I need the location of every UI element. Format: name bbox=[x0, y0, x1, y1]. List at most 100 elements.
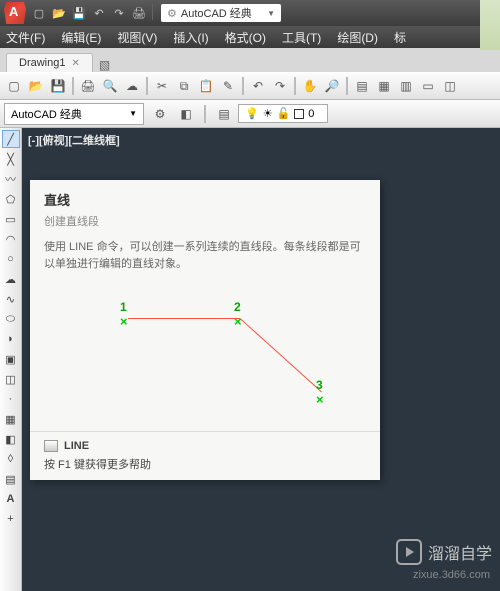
point-tool[interactable]: · bbox=[2, 390, 20, 408]
markup-icon[interactable]: ◫ bbox=[440, 76, 460, 96]
pan-icon[interactable]: ✋ bbox=[300, 76, 320, 96]
workspace-toolbar: AutoCAD 经典 ▼ ⚙ ◧ ▤ 💡 ☀ 🔓 0 bbox=[0, 100, 500, 128]
revcloud-tool[interactable]: ☁ bbox=[2, 270, 20, 288]
tooltip-subtitle: 创建直线段 bbox=[44, 213, 366, 229]
new-icon[interactable]: ▢ bbox=[30, 4, 48, 22]
print-icon[interactable]: 🖨 bbox=[130, 4, 148, 22]
chevron-down-icon: ▼ bbox=[129, 109, 137, 118]
tooltip-footer: LINE 按 F1 键获得更多帮助 bbox=[30, 431, 380, 480]
workspace-search-label: AutoCAD 经典 bbox=[181, 5, 252, 21]
workspace-settings-icon[interactable]: ⚙ bbox=[150, 104, 170, 124]
preview-icon[interactable]: 🔍 bbox=[100, 76, 120, 96]
title-bar: ▢ 📂 💾 ↶ ↷ 🖨 ⚙ AutoCAD 经典 ▼ bbox=[0, 0, 500, 26]
play-icon bbox=[396, 539, 422, 565]
point-marker-2: 2× bbox=[234, 300, 242, 329]
sun-icon: ☀ bbox=[263, 107, 273, 120]
draw-toolbar: ╱ ╳ 〰 ⬠ ▭ ◠ ○ ☁ ∿ ⬭ ◗ ▣ ◫ · ▦ ◧ ◊ ▤ A + bbox=[0, 128, 22, 591]
mtext-tool[interactable]: A bbox=[2, 490, 20, 508]
line-segment-2 bbox=[240, 318, 322, 392]
point-marker-1: 1× bbox=[120, 300, 128, 329]
new-doc-icon[interactable]: ▢ bbox=[4, 76, 24, 96]
workspace-combo-label: AutoCAD 经典 bbox=[11, 106, 82, 122]
table-tool[interactable]: ▤ bbox=[2, 470, 20, 488]
publish-icon[interactable]: ☁ bbox=[122, 76, 142, 96]
new-tab-icon[interactable]: ▧ bbox=[99, 58, 110, 72]
close-icon[interactable]: ✕ bbox=[71, 58, 79, 69]
redo-icon[interactable]: ↷ bbox=[110, 4, 128, 22]
polygon-tool[interactable]: ⬠ bbox=[2, 190, 20, 208]
tooltip-title: 直线 bbox=[44, 190, 366, 209]
layer-combo[interactable]: 💡 ☀ 🔓 0 bbox=[238, 104, 328, 123]
layer-manager-icon[interactable]: ▤ bbox=[214, 104, 234, 124]
tooltip-diagram: 1× 2× 3× bbox=[44, 286, 366, 416]
undo2-icon[interactable]: ↶ bbox=[248, 76, 268, 96]
menu-tools[interactable]: 工具(T) bbox=[282, 29, 321, 46]
menu-annotate[interactable]: 标 bbox=[394, 29, 406, 46]
gear-icon: ⚙ bbox=[167, 7, 177, 20]
cut-icon[interactable]: ✂ bbox=[152, 76, 172, 96]
design-center-icon[interactable]: ▦ bbox=[374, 76, 394, 96]
sheet-icon[interactable]: ▭ bbox=[418, 76, 438, 96]
save-doc-icon[interactable]: 💾 bbox=[48, 76, 68, 96]
viewport-label[interactable]: [-][俯视][二维线框] bbox=[28, 132, 120, 148]
tooltip-command: LINE bbox=[44, 440, 366, 452]
props-icon[interactable]: ▤ bbox=[352, 76, 372, 96]
tooltip-help-hint: 按 F1 键获得更多帮助 bbox=[44, 456, 366, 472]
watermark-brand: 溜溜自学 bbox=[428, 540, 492, 564]
addselected-tool[interactable]: + bbox=[2, 510, 20, 528]
workspace-combo[interactable]: AutoCAD 经典 ▼ bbox=[4, 103, 144, 125]
match-icon[interactable]: ✎ bbox=[218, 76, 238, 96]
gradient-tool[interactable]: ◧ bbox=[2, 430, 20, 448]
save-icon[interactable]: 💾 bbox=[70, 4, 88, 22]
workspace-search[interactable]: ⚙ AutoCAD 经典 ▼ bbox=[161, 4, 281, 22]
xline-tool[interactable]: ╳ bbox=[2, 150, 20, 168]
app-logo[interactable] bbox=[4, 2, 26, 24]
line-segment-1 bbox=[128, 318, 240, 319]
make-block-tool[interactable]: ◫ bbox=[2, 370, 20, 388]
layer-controls: ▤ 💡 ☀ 🔓 0 bbox=[214, 104, 328, 124]
hatch-tool[interactable]: ▦ bbox=[2, 410, 20, 428]
standard-toolbar: ▢ 📂 💾 🖨 🔍 ☁ ✂ ⧉ 📋 ✎ ↶ ↷ ✋ 🔎 ▤ ▦ ▥ ▭ ◫ bbox=[0, 72, 500, 100]
print-icon[interactable]: 🖨 bbox=[78, 76, 98, 96]
spline-tool[interactable]: ∿ bbox=[2, 290, 20, 308]
watermark-url: zixue.3d66.com bbox=[413, 569, 490, 581]
line-tooltip: 直线 创建直线段 使用 LINE 命令，可以创建一系列连续的直线段。每条线段都是… bbox=[30, 180, 380, 480]
ellipse-arc-tool[interactable]: ◗ bbox=[2, 330, 20, 348]
circle-tool[interactable]: ○ bbox=[2, 250, 20, 268]
open-doc-icon[interactable]: 📂 bbox=[26, 76, 46, 96]
line-tool[interactable]: ╱ bbox=[2, 130, 20, 148]
quick-access-toolbar: ▢ 📂 💾 ↶ ↷ 🖨 bbox=[30, 4, 155, 22]
point-marker-3: 3× bbox=[316, 378, 324, 407]
tab-drawing1[interactable]: Drawing1 ✕ bbox=[6, 53, 93, 72]
redo2-icon[interactable]: ↷ bbox=[270, 76, 290, 96]
watermark: 溜溜自学 bbox=[396, 539, 492, 565]
tool-palette-icon[interactable]: ▥ bbox=[396, 76, 416, 96]
tab-label: Drawing1 bbox=[19, 57, 65, 69]
layer-name: 0 bbox=[308, 108, 314, 120]
menu-insert[interactable]: 插入(I) bbox=[173, 29, 208, 46]
ellipse-tool[interactable]: ⬭ bbox=[2, 310, 20, 328]
menu-view[interactable]: 视图(V) bbox=[117, 29, 157, 46]
menu-edit[interactable]: 编辑(E) bbox=[61, 29, 101, 46]
chevron-down-icon: ▼ bbox=[267, 9, 275, 18]
command-icon bbox=[44, 440, 58, 452]
menu-file[interactable]: 文件(F) bbox=[6, 29, 45, 46]
polyline-tool[interactable]: 〰 bbox=[2, 170, 20, 188]
open-icon[interactable]: 📂 bbox=[50, 4, 68, 22]
menu-draw[interactable]: 绘图(D) bbox=[337, 29, 378, 46]
arc-tool[interactable]: ◠ bbox=[2, 230, 20, 248]
undo-icon[interactable]: ↶ bbox=[90, 4, 108, 22]
copy-icon[interactable]: ⧉ bbox=[174, 76, 194, 96]
paste-icon[interactable]: 📋 bbox=[196, 76, 216, 96]
insert-block-tool[interactable]: ▣ bbox=[2, 350, 20, 368]
workspace-icon2[interactable]: ◧ bbox=[176, 104, 196, 124]
zoom-icon[interactable]: 🔎 bbox=[322, 76, 342, 96]
menu-format[interactable]: 格式(O) bbox=[225, 29, 266, 46]
menu-bar: 文件(F) 编辑(E) 视图(V) 插入(I) 格式(O) 工具(T) 绘图(D… bbox=[0, 26, 500, 48]
rectangle-tool[interactable]: ▭ bbox=[2, 210, 20, 228]
tooltip-command-name: LINE bbox=[64, 440, 89, 452]
lock-icon: 🔓 bbox=[277, 107, 291, 120]
tooltip-description: 使用 LINE 命令，可以创建一系列连续的直线段。每条线段都是可以单独进行编辑的… bbox=[44, 239, 366, 272]
region-tool[interactable]: ◊ bbox=[2, 450, 20, 468]
layer-color-swatch bbox=[294, 109, 304, 119]
